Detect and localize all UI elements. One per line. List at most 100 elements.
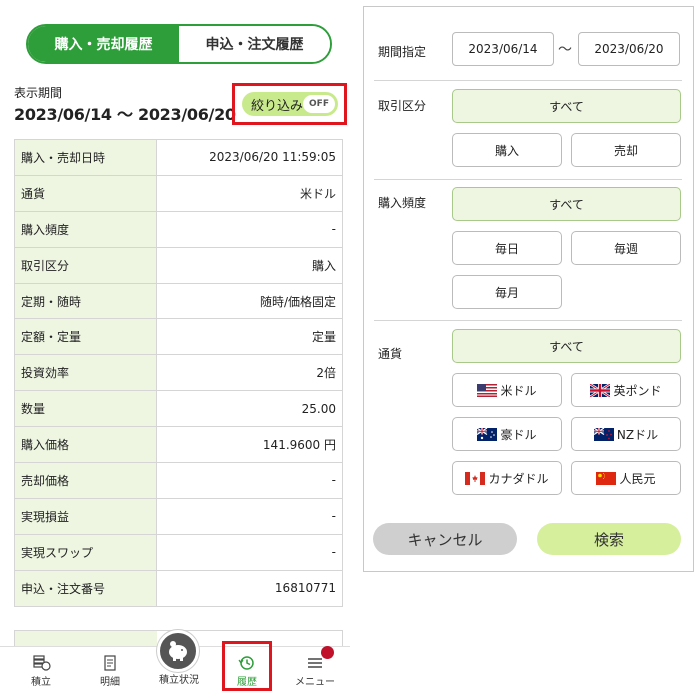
filter-label: 絞り込み <box>251 98 304 114</box>
currency-name: 米ドル <box>500 383 537 398</box>
row-key: 申込・注文番号 <box>14 569 157 607</box>
nav-item-menu[interactable]: メニュー <box>285 647 345 698</box>
row-value: - <box>156 210 343 248</box>
frequency-label: 購入頻度 <box>378 196 427 210</box>
freq-option-monthly[interactable]: 毎月 <box>452 275 562 309</box>
au-flag-icon <box>477 427 498 441</box>
statement-icon <box>100 655 120 671</box>
row-value: 随時/価格固定 <box>156 282 343 320</box>
table-row: 通貨 米ドル <box>14 174 343 212</box>
divider <box>374 320 682 321</box>
nav-label-tsumitate-status[interactable]: 積立状況 <box>148 671 210 686</box>
tab-order-history[interactable]: 申込・注文履歴 <box>179 26 330 62</box>
tab-purchase-sale-history[interactable]: 購入・売却履歴 <box>28 26 179 62</box>
currency-option-cad[interactable]: カナダドル <box>452 461 562 495</box>
history-detail-table: 購入・売却日時 2023/06/20 11:59:05 通貨 米ドル 購入頻度 - 取… <box>14 139 343 607</box>
table-row: 申込・注文番号 16810771 <box>14 569 343 607</box>
trade-option-buy[interactable]: 購入 <box>452 133 562 167</box>
currency-option-nzd[interactable]: NZドル <box>571 417 681 451</box>
history-tabs: 購入・売却履歴 申込・注文履歴 <box>26 24 332 64</box>
row-value: 2倍 <box>156 354 343 392</box>
row-value: 141.9600 円 <box>156 426 343 464</box>
nav-label: 積立 <box>31 677 51 688</box>
row-value: 定量 <box>156 318 343 356</box>
table-row: 購入価格 141.9600 円 <box>14 426 343 464</box>
period-label: 表示期間 <box>14 86 63 100</box>
row-key: 購入頻度 <box>14 210 157 248</box>
row-value: 2023/06/20 11:59:05 <box>156 139 343 176</box>
table-row: 実現損益 - <box>14 497 343 535</box>
period-spec-label: 期間指定 <box>378 45 427 59</box>
ca-flag-icon <box>465 471 486 485</box>
table-row: 売却価格 - <box>14 462 343 499</box>
row-key: 購入価格 <box>14 426 157 464</box>
row-key: 数量 <box>14 390 157 428</box>
freq-option-daily[interactable]: 毎日 <box>452 231 562 265</box>
history-screen: 購入・売却履歴 申込・注文履歴 表示期間 2023/06/14 〜 2023/0… <box>0 0 350 697</box>
row-key: 通貨 <box>14 174 157 212</box>
date-to-input[interactable]: 2023/06/20 <box>578 32 680 66</box>
row-key: 売却価格 <box>14 462 157 499</box>
filter-highlight: 絞り込み OFF <box>232 83 347 125</box>
currency-name: NZドル <box>616 427 659 442</box>
row-value: 25.00 <box>156 390 343 428</box>
history-highlight <box>222 641 272 691</box>
table-row: 購入・売却日時 2023/06/20 11:59:05 <box>14 139 343 176</box>
trade-type-label: 取引区分 <box>378 99 427 113</box>
currency-name: 豪ドル <box>500 427 537 442</box>
row-value: 16810771 <box>156 569 343 607</box>
currency-option-aud[interactable]: 豪ドル <box>452 417 562 451</box>
table-row: 取引区分 購入 <box>14 246 343 284</box>
divider <box>374 80 682 81</box>
menu-icon <box>305 655 325 671</box>
table-row: 定額・定量 定量 <box>14 318 343 356</box>
nav-label: 明細 <box>100 677 120 688</box>
currency-name: 人民元 <box>619 471 656 486</box>
divider <box>374 179 682 180</box>
nav-item-meisai[interactable]: 明細 <box>80 647 140 698</box>
nz-flag-icon <box>593 427 614 441</box>
row-key: 投資効率 <box>14 354 157 392</box>
filter-toggle[interactable]: 絞り込み OFF <box>242 92 338 116</box>
savings-icon <box>31 655 51 671</box>
table-row: 定期・随時 随時/価格固定 <box>14 282 343 320</box>
table-row: 購入頻度 - <box>14 210 343 248</box>
freq-option-all[interactable]: すべて <box>452 187 681 221</box>
row-key: 実現損益 <box>14 497 157 535</box>
nav-label: メニュー <box>295 677 335 688</box>
notification-dot <box>321 646 334 659</box>
uk-flag-icon <box>590 383 611 397</box>
trade-option-all[interactable]: すべて <box>452 89 681 123</box>
currency-option-usd[interactable]: 米ドル <box>452 373 562 407</box>
currency-name: カナダドル <box>488 471 549 486</box>
piggy-bank-icon[interactable] <box>157 630 199 672</box>
row-key: 定期・随時 <box>14 282 157 320</box>
date-from-input[interactable]: 2023/06/14 <box>452 32 554 66</box>
row-key: 取引区分 <box>14 246 157 284</box>
table-row: 実現スワップ - <box>14 533 343 571</box>
currency-label: 通貨 <box>378 347 403 361</box>
cn-flag-icon <box>596 471 617 485</box>
row-key: 購入・売却日時 <box>14 139 157 176</box>
date-separator: 〜 <box>558 42 572 58</box>
trade-option-sell[interactable]: 売却 <box>571 133 681 167</box>
currency-option-gbp[interactable]: 英ポンド <box>571 373 681 407</box>
search-button[interactable]: 検索 <box>537 523 681 555</box>
row-value: - <box>156 533 343 571</box>
currency-option-cny[interactable]: 人民元 <box>571 461 681 495</box>
us-flag-icon <box>477 383 498 397</box>
table-row: 投資効率 2倍 <box>14 354 343 392</box>
nav-item-tsumitate[interactable]: 積立 <box>11 647 71 698</box>
filter-panel: 期間指定 2023/06/14 〜 2023/06/20 取引区分 すべて 購入… <box>363 6 694 572</box>
freq-option-weekly[interactable]: 毎週 <box>571 231 681 265</box>
row-value: 購入 <box>156 246 343 284</box>
row-key: 定額・定量 <box>14 318 157 356</box>
period-value: 2023/06/14 〜 2023/06/20 <box>14 105 236 124</box>
row-value: 米ドル <box>156 174 343 212</box>
currency-option-all[interactable]: すべて <box>452 329 681 363</box>
row-key: 実現スワップ <box>14 533 157 571</box>
currency-name: 英ポンド <box>613 383 662 398</box>
cancel-button[interactable]: キャンセル <box>373 523 517 555</box>
table-row: 数量 25.00 <box>14 390 343 428</box>
row-value: - <box>156 497 343 535</box>
